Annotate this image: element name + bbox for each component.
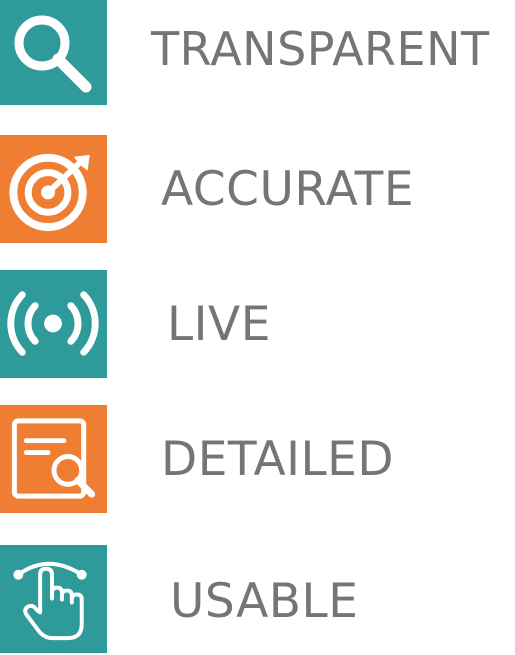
tile-transparent <box>0 0 107 105</box>
magnifying-glass-icon <box>14 15 92 93</box>
target-icon <box>9 153 90 232</box>
feature-label-usable: USABLE <box>170 574 359 629</box>
tile-live <box>0 270 107 378</box>
broadcast-icon <box>7 291 99 356</box>
feature-label-accurate: ACCURATE <box>161 162 415 217</box>
document-search-icon <box>11 418 96 499</box>
tile-detailed <box>0 405 107 513</box>
feature-label-detailed: DETAILED <box>161 432 395 487</box>
tile-accurate <box>0 135 107 243</box>
feature-label-transparent: TRANSPARENT <box>151 22 490 76</box>
touch-hand-icon <box>13 561 87 641</box>
feature-label-live: LIVE <box>167 297 271 352</box>
tile-usable <box>0 545 107 653</box>
